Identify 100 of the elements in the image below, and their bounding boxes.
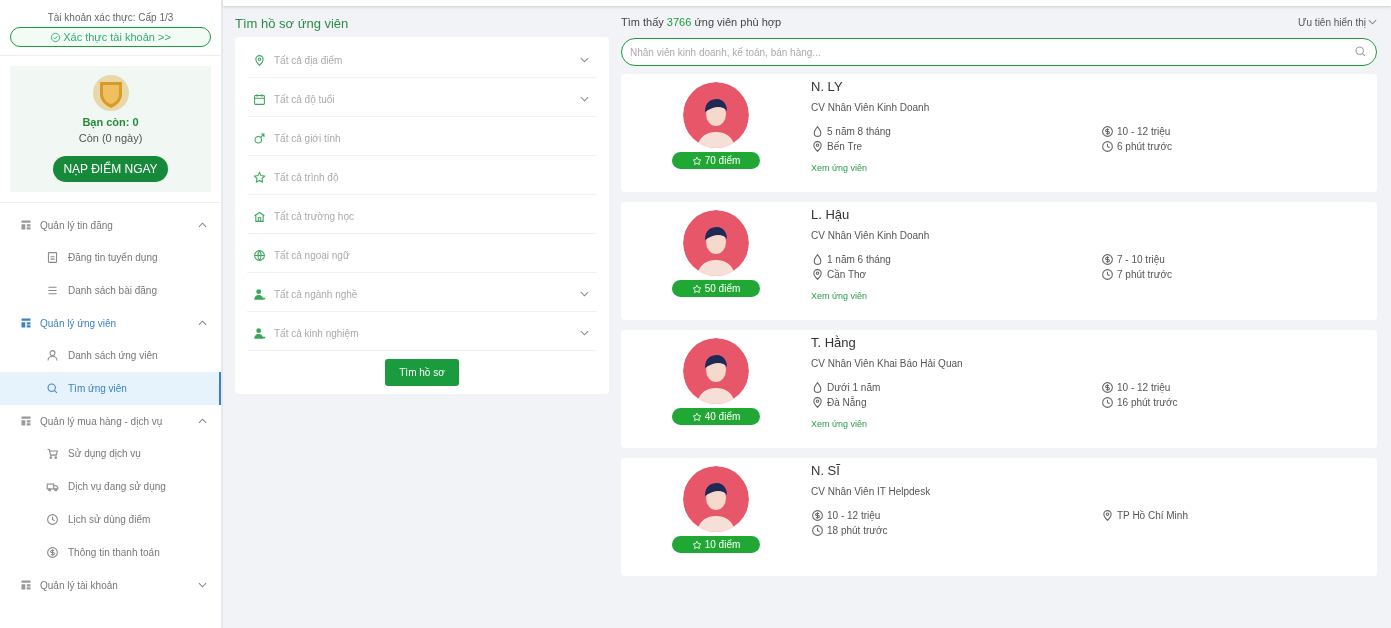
avatar-silhouette bbox=[683, 466, 749, 532]
grid-icon bbox=[20, 579, 32, 591]
list-icon bbox=[46, 284, 59, 297]
verify-account-button[interactable]: Xác thực tài khoản >> bbox=[10, 27, 211, 47]
menu-item[interactable]: Tìm ứng viên bbox=[0, 372, 221, 405]
star-icon bbox=[691, 155, 702, 166]
chevron-icon[interactable] bbox=[1368, 19, 1377, 25]
chevron-icon[interactable] bbox=[198, 222, 207, 228]
menu-item[interactable]: Danh sách bài đăng bbox=[0, 274, 221, 307]
top-up-button[interactable]: NẠP ĐIỂM NGAY bbox=[53, 156, 168, 182]
menu-group[interactable]: Quản lý tài khoản bbox=[0, 569, 221, 601]
cv-title: CV Nhân Viên Kinh Doanh bbox=[811, 230, 931, 241]
menu-item[interactable]: Lịch sử dùng điểm bbox=[0, 503, 221, 536]
filter-dropdown[interactable]: Tất cả kinh nghiệm bbox=[272, 326, 574, 340]
star-icon bbox=[253, 170, 266, 184]
search-field[interactable]: Nhân viên kinh doanh, kế toán, bán hàng... bbox=[621, 38, 1377, 66]
candidate-detail: 7 phút trước bbox=[1117, 269, 1172, 280]
chevron-icon[interactable] bbox=[580, 96, 589, 102]
menu-item[interactable]: Dịch vụ đang sử dụng bbox=[0, 470, 221, 503]
view-candidate-link[interactable]: Xem ứng viên bbox=[811, 291, 868, 301]
candidate-name: T. Hằng bbox=[811, 335, 857, 350]
menu-item[interactable]: Thông tin thanh toán bbox=[0, 536, 221, 569]
clock-icon bbox=[46, 513, 59, 526]
coin-icon bbox=[811, 509, 824, 522]
avatar-silhouette bbox=[683, 338, 749, 404]
candidate-detail: 10 - 12 triệu bbox=[827, 510, 881, 521]
chevron-icon[interactable] bbox=[198, 582, 207, 588]
calendar-icon bbox=[253, 92, 266, 106]
search-icon bbox=[46, 382, 59, 395]
school-icon bbox=[253, 209, 266, 223]
avatar-silhouette bbox=[683, 210, 749, 276]
person-icon bbox=[253, 287, 266, 301]
candidate-detail: 10 - 12 triệu bbox=[1117, 382, 1171, 393]
view-candidate-link[interactable]: Xem ứng viên bbox=[811, 419, 868, 429]
menu-item[interactable]: Danh sách ứng viên bbox=[0, 339, 221, 372]
person-icon bbox=[253, 326, 266, 340]
menu-group[interactable]: Quản lý tin đăng bbox=[0, 209, 221, 241]
coin-icon bbox=[1101, 125, 1114, 138]
globe-icon bbox=[253, 248, 266, 262]
clock-icon bbox=[1101, 396, 1114, 409]
search-profiles-button[interactable]: Tìm hồ sơ bbox=[385, 359, 459, 386]
verification-level: Tài khoản xác thực: Cấp 1/3 bbox=[47, 12, 174, 23]
menu-group[interactable]: Quản lý mua hàng - dịch vụ bbox=[0, 405, 221, 437]
candidate-name: N. LY bbox=[811, 79, 844, 94]
document-icon bbox=[46, 251, 59, 264]
location-pin-icon bbox=[811, 268, 824, 281]
results-count: Tìm thấy 3766 ứng viên phù hợp bbox=[621, 16, 782, 28]
star-icon bbox=[691, 539, 702, 550]
menu-item[interactable]: Đăng tin tuyển dụng bbox=[0, 241, 221, 274]
chevron-icon[interactable] bbox=[198, 418, 207, 424]
location-pin-icon bbox=[811, 396, 824, 409]
candidate-detail: 5 năm 8 tháng bbox=[827, 126, 891, 137]
candidate-detail: 18 phút trước bbox=[827, 525, 888, 536]
star-icon bbox=[691, 283, 702, 294]
star-icon bbox=[691, 411, 702, 422]
candidate-detail: Dưới 1 năm bbox=[827, 382, 881, 393]
clock-icon bbox=[1101, 268, 1114, 281]
chevron-icon[interactable] bbox=[580, 330, 589, 336]
cv-title: CV Nhân Viên IT Helpdesk bbox=[811, 486, 932, 497]
chevron-icon[interactable] bbox=[580, 57, 589, 63]
candidate-detail: 10 - 12 triệu bbox=[1117, 126, 1171, 137]
clock-icon bbox=[1101, 140, 1114, 153]
menu-item[interactable]: Sử dụng dịch vụ bbox=[0, 437, 221, 470]
grid-icon bbox=[20, 219, 32, 231]
check-shield-icon bbox=[50, 31, 62, 43]
drop-icon bbox=[811, 381, 824, 394]
filter-dropdown[interactable]: Tất cả ngành nghề bbox=[272, 287, 574, 301]
candidate-detail: 7 - 10 triệu bbox=[1117, 254, 1165, 265]
filter-dropdown[interactable]: Tất cả địa điểm bbox=[272, 53, 574, 67]
points-badge: 10 điểm bbox=[672, 536, 760, 553]
search-icon bbox=[1354, 45, 1367, 58]
male-sign-icon bbox=[253, 131, 266, 145]
filter-field[interactable]: Tất cả ngoại ngữ bbox=[272, 248, 589, 262]
filter-field[interactable]: Tất cả trình độ bbox=[272, 170, 589, 184]
chevron-icon[interactable] bbox=[198, 320, 207, 326]
candidate-detail: Bến Tre bbox=[827, 141, 863, 152]
candidate-detail: Đà Nẵng bbox=[827, 397, 867, 408]
points-badge: 50 điểm bbox=[672, 280, 760, 297]
filter-field[interactable]: Tất cả trường học bbox=[272, 209, 589, 223]
cv-title: CV Nhân Viên Khai Báo Hải Quan bbox=[811, 358, 964, 369]
candidate-name: L. Hậu bbox=[811, 207, 851, 222]
grid-icon bbox=[20, 317, 32, 329]
coin-icon bbox=[1101, 381, 1114, 394]
view-candidate-link[interactable]: Xem ứng viên bbox=[811, 163, 868, 173]
candidate-detail: TP Hồ Chí Minh bbox=[1117, 510, 1188, 521]
drop-icon bbox=[811, 125, 824, 138]
candidate-detail: 16 phút trước bbox=[1117, 397, 1178, 408]
filter-dropdown[interactable]: Tất cả độ tuổi bbox=[272, 92, 574, 106]
truck-icon bbox=[46, 480, 59, 493]
location-pin-icon bbox=[811, 140, 824, 153]
coin-icon bbox=[46, 546, 59, 559]
sort-dropdown[interactable]: Ưu tiên hiển thị bbox=[1297, 16, 1377, 28]
panel-title: Tìm hồ sơ ứng viên bbox=[235, 15, 350, 33]
avatar-silhouette bbox=[683, 82, 749, 148]
menu-group[interactable]: Quản lý ứng viên bbox=[0, 307, 221, 339]
filter-field[interactable]: Tất cả giới tính bbox=[272, 131, 589, 145]
points-badge: 40 điểm bbox=[672, 408, 760, 425]
user-icon bbox=[46, 349, 59, 362]
chevron-icon[interactable] bbox=[580, 291, 589, 297]
remaining-days: Còn (0 ngày) bbox=[78, 132, 143, 144]
